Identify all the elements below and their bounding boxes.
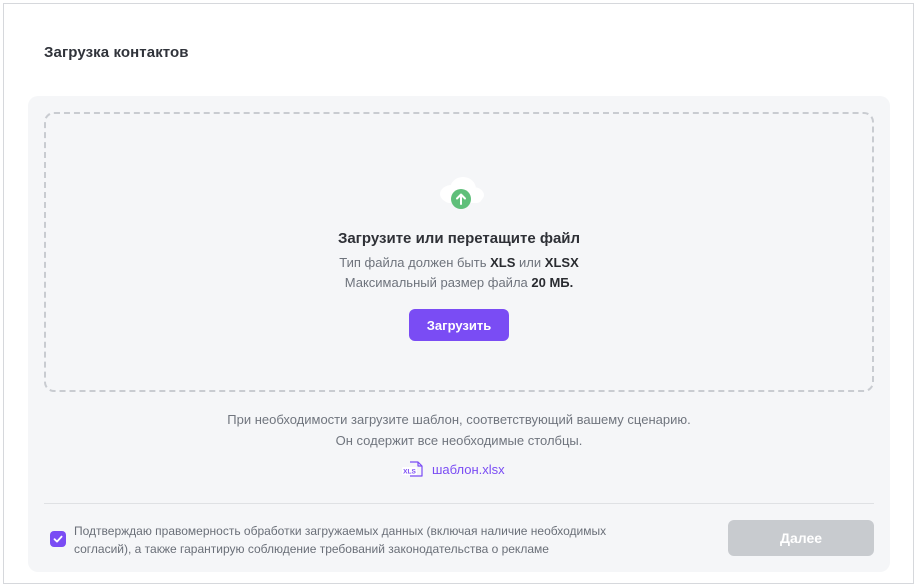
consent-text-line2: согласий), а также гарантирую соблюдение… [74,542,549,556]
template-link-text[interactable]: шаблон.xlsx [432,462,505,477]
file-type-prefix: Тип файла должен быть [339,255,487,270]
upload-button[interactable]: Загрузить [409,309,509,341]
consent-text: Подтверждаю правомерность обработки загр… [74,522,606,558]
template-hint-line1: При необходимости загрузите шаблон, соот… [227,412,691,427]
file-size-value: 20 МБ. [531,275,574,290]
xls-file-icon: XLS [402,461,423,477]
file-size-prefix: Максимальный размер файла [344,275,528,290]
divider [44,503,874,504]
consent-text-line1: Подтверждаю правомерность обработки загр… [74,524,607,538]
dropzone-title: Загрузите или перетащите файл [337,230,581,247]
template-download-link[interactable]: XLS шаблон.xlsx [402,460,505,478]
cloud-upload-icon [436,176,486,210]
check-icon [53,535,63,543]
file-size-requirement: Максимальный размер файла 20 МБ. [46,275,872,290]
file-type-xls: XLS [490,255,516,270]
file-dropzone[interactable]: Загрузите или перетащите файл Тип файла … [44,112,874,392]
file-type-or: или [519,255,542,270]
next-button[interactable]: Далее [728,520,874,556]
file-type-requirement: Тип файла должен быть XLS или XLSX [46,255,872,270]
xls-file-icon-label: XLS [403,469,416,476]
upload-contacts-window: Загрузка контактов Загрузите или перетащ… [3,3,914,584]
upload-panel: Загрузите или перетащите файл Тип файла … [28,96,890,572]
page-title: Загрузка контактов [44,44,189,61]
file-type-xlsx: XLSX [544,255,579,270]
template-hint-line2: Он содержит все необходимые столбцы. [335,433,583,448]
consent-checkbox[interactable] [50,531,66,547]
consent-row: Подтверждаю правомерность обработки загр… [50,522,670,558]
